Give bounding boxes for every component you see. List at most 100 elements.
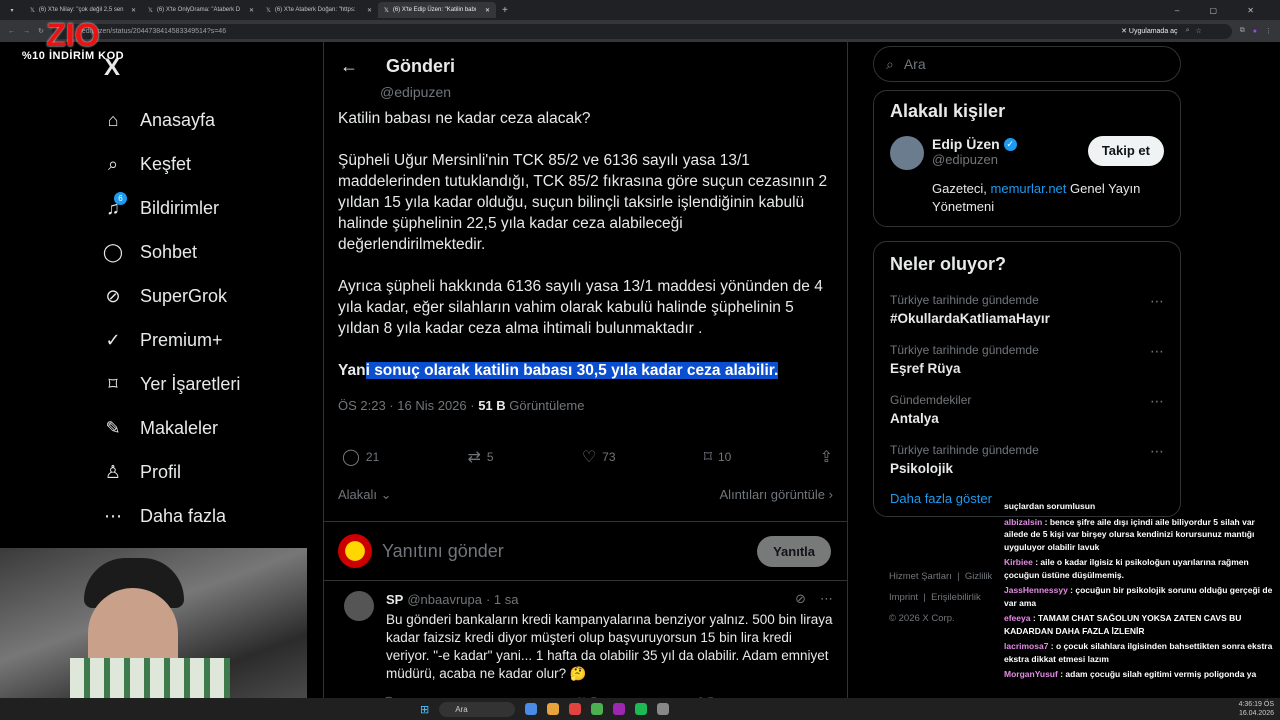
- view-quotes-link[interactable]: Alıntıları görüntüle ›: [720, 487, 833, 503]
- sidebar-item-premium-[interactable]: ✓ Premium+: [96, 318, 306, 362]
- person-row[interactable]: Edip Üzen ✓ @edipuzen Takip et: [890, 136, 1164, 170]
- reply-input[interactable]: Yanıtını gönder: [382, 541, 747, 562]
- bio-link[interactable]: memurlar.net: [991, 181, 1067, 196]
- more-options-icon[interactable]: ⋯: [1150, 393, 1164, 426]
- bookmark-button[interactable]: ⌑ 10: [704, 447, 732, 467]
- back-icon[interactable]: ←: [8, 28, 15, 35]
- sidebar-item-label: Profil: [140, 461, 182, 482]
- chat-text: : bence şifre aile dışı içindi aile bili…: [1004, 516, 1255, 552]
- footer-link[interactable]: Erişilebilirlik: [931, 592, 981, 603]
- close-icon[interactable]: ✕: [485, 7, 490, 14]
- footer-links: Hizmet Şartları | Gizlilik Imprint | Eri…: [889, 566, 1019, 629]
- repost-button[interactable]: ⇄ 5: [468, 447, 494, 467]
- taskbar-search[interactable]: Ara: [439, 701, 516, 717]
- quotes-label: Alıntıları görüntüle: [719, 487, 826, 502]
- window-controls[interactable]: – ▢ ✕: [1175, 6, 1268, 15]
- person-name[interactable]: Edip Üzen: [932, 136, 1000, 152]
- author-handle[interactable]: @edipuzen: [324, 84, 847, 100]
- like-button[interactable]: ♡ 73: [582, 447, 616, 467]
- reply-author-name[interactable]: SP: [386, 592, 403, 607]
- app-icon[interactable]: [569, 703, 582, 715]
- zoom-icon[interactable]: ⌕: [1186, 27, 1190, 35]
- sidebar-item-yer-i-aretleri[interactable]: ⌑ Yer İşaretleri: [96, 362, 306, 406]
- more-options-icon[interactable]: ⋯: [1150, 343, 1164, 376]
- reply-submit-button[interactable]: Yanıtla: [757, 535, 831, 567]
- tweet-body: Katilin babası ne kadar ceza alacak? Şüp…: [324, 100, 847, 381]
- tweet-actions: ◯ 21 ⇄ 5 ♡ 73 ⌑ 10 ⇪: [324, 447, 847, 467]
- chat-username: lacrimosa7: [1004, 641, 1049, 651]
- trend-item[interactable]: Türkiye tarihinde gündemde Eşref Rüya ⋯: [890, 343, 1164, 376]
- browser-tab[interactable]: 𝕏 (6) X'te OnlyDrama: "Ataberk D ✕: [142, 2, 260, 18]
- sidebar-item-supergrok[interactable]: ⊘ SuperGrok: [96, 274, 306, 318]
- tab-menu-icon[interactable]: ▾: [0, 7, 24, 14]
- trend-item[interactable]: Gündemdekiler Antalya ⋯: [890, 393, 1164, 426]
- app-icon[interactable]: [635, 703, 648, 715]
- avatar[interactable]: [338, 534, 372, 568]
- reply-button[interactable]: ◯ 21: [342, 447, 379, 467]
- taskbar-clock[interactable]: 4:36:19 ÖS 16.04.2026: [1239, 700, 1274, 718]
- views-label: Görüntüleme: [509, 398, 585, 413]
- chat-username: efeeya: [1004, 613, 1031, 623]
- reply-item[interactable]: SP @nbaavrupa · 1 sa ⊘ ⋯ Bu gönderi bank…: [324, 581, 847, 683]
- app-icon[interactable]: [591, 703, 604, 715]
- sidebar-item-bildirimler[interactable]: ♫ 6 Bildirimler: [96, 186, 306, 230]
- sidebar-item-sohbet[interactable]: ◯ Sohbet: [96, 230, 306, 274]
- tweet-conclusion: Yani sonuç olarak katilin babası 30,5 yı…: [338, 360, 833, 381]
- star-icon[interactable]: ☆: [1195, 27, 1201, 35]
- x-logo[interactable]: X: [104, 54, 306, 84]
- back-arrow-icon[interactable]: ←: [340, 56, 358, 77]
- footer-link[interactable]: Gizlilik: [965, 571, 992, 582]
- tab-title: (6) X'te Nilay: "çok değil 2,5 sen: [38, 7, 124, 13]
- sidebar-item-ke-fet[interactable]: ⌕ Keşfet: [96, 142, 306, 186]
- sidebar-item-makaleler[interactable]: ✎ Makaleler: [96, 406, 306, 450]
- extensions-icon[interactable]: ⧉: [1240, 27, 1245, 35]
- more-icon: ⋯: [104, 505, 122, 526]
- more-options-icon[interactable]: ⋯: [1150, 293, 1164, 326]
- follow-button[interactable]: Takip et: [1087, 136, 1164, 166]
- share-button[interactable]: ⇪: [820, 447, 833, 467]
- browser-tab[interactable]: 𝕏 (6) X'te Nilay: "çok değil 2,5 sen ✕: [24, 2, 142, 18]
- more-options-icon[interactable]: ⋯: [820, 591, 833, 607]
- avatar[interactable]: [890, 136, 924, 170]
- trend-item[interactable]: Türkiye tarihinde gündemde Psikolojik ⋯: [890, 443, 1164, 476]
- sort-label: Alakalı: [338, 487, 378, 502]
- avatar[interactable]: [344, 591, 374, 621]
- more-options-icon[interactable]: ⋯: [1150, 443, 1164, 476]
- app-icon[interactable]: [547, 703, 560, 715]
- app-icon[interactable]: [657, 703, 670, 715]
- trend-context: Türkiye tarihinde gündemde: [890, 343, 1039, 357]
- app-icon[interactable]: [613, 703, 626, 715]
- close-icon[interactable]: ✕: [367, 7, 372, 14]
- browser-tab[interactable]: 𝕏 (6) X'te Ataberk Doğan: "https: ✕: [260, 2, 378, 18]
- sidebar-item-anasayfa[interactable]: ⌂ Anasayfa: [96, 98, 306, 142]
- browser-tab-active[interactable]: 𝕏 (6) X'te Edip Üzen: "Katilin babı ✕: [378, 2, 496, 18]
- views-count: 51 B: [478, 398, 506, 413]
- close-icon[interactable]: ✕: [249, 7, 254, 14]
- tab-title: (6) X'te Edip Üzen: "Katilin babı: [392, 7, 477, 13]
- sidebar-item-profil[interactable]: ♙ Profil: [96, 450, 306, 494]
- relevant-sort-dropdown[interactable]: Alakalı ⌄: [338, 487, 392, 503]
- footer-link[interactable]: Hizmet Şartları: [889, 571, 952, 582]
- search-box[interactable]: ⌕ Ara: [873, 46, 1181, 82]
- open-in-app-button[interactable]: ✕ Uygulamada aç: [1121, 27, 1177, 35]
- reply-author-handle[interactable]: @nbaavrupa: [407, 592, 482, 607]
- footer-link[interactable]: Imprint: [889, 592, 918, 603]
- tweet-timestamp[interactable]: ÖS 2:23 · 16 Nis 2026 ·: [338, 398, 478, 413]
- address-bar[interactable]: edipuzen/status/2044738414583349514?s=46…: [51, 23, 1232, 39]
- app-icon[interactable]: [525, 703, 538, 715]
- chat-username: Kirbiee: [1004, 557, 1033, 567]
- close-icon[interactable]: ✕: [131, 7, 136, 14]
- trend-item[interactable]: Türkiye tarihinde gündemde #OkullardaKatl…: [890, 293, 1164, 326]
- chat-message: albizalsin : bence şifre aile dışı içind…: [1004, 516, 1280, 554]
- windows-start-icon[interactable]: ⊞: [420, 703, 429, 716]
- sidebar-item-daha-fazla[interactable]: ⋯ Daha fazla: [96, 494, 306, 538]
- sidebar-item-label: Bildirimler: [140, 197, 220, 218]
- share-icon: ⇪: [819, 449, 833, 466]
- browser-menu-icon[interactable]: ⋮: [1265, 27, 1272, 35]
- card-title: Neler oluyor?: [890, 254, 1007, 274]
- chat-message: lacrimosa7 : o çocuk silahlara ilgisinde…: [1004, 640, 1280, 665]
- new-tab-icon[interactable]: +: [502, 5, 508, 16]
- grok-icon[interactable]: ⊘: [545, 591, 806, 607]
- search-input[interactable]: Ara: [904, 56, 926, 72]
- profile-avatar-icon[interactable]: ●: [1253, 28, 1257, 35]
